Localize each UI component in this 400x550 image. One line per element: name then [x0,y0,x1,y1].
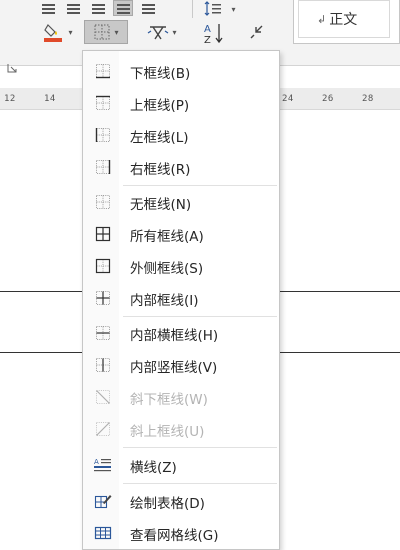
menu-item-label: 无框线(N) [130,197,192,213]
menu-item-label: 绘制表格(D) [130,496,205,512]
menu-item-label: 斜上框线(U) [130,424,205,440]
inside-horizontal-border-icon [94,325,112,341]
menu-item-label: 外侧框线(S) [130,261,204,277]
chevron-down-icon: ▾ [231,4,236,14]
borders-dropdown-menu: 下框线(B) 上框线(P) 左框线(L) 右框线(R) 无框线(N) 所有框线(… [82,50,280,550]
menu-item-label: 所有框线(A) [130,229,204,245]
show-hide-marks-button[interactable] [245,20,271,46]
menu-item-all-borders[interactable]: 所有框线(A) [84,218,279,250]
distributed-button[interactable] [138,0,158,16]
menu-item-diagonal-up-border: 斜上框线(U) [84,413,279,445]
dialog-launcher-icon [7,64,17,73]
paragraph-dialog-launcher[interactable] [6,62,18,74]
no-border-icon [94,194,112,210]
menu-item-top-border[interactable]: 上框线(P) [84,87,279,119]
menu-item-left-border[interactable]: 左框线(L) [84,119,279,151]
top-border-icon [94,95,112,111]
align-right-button[interactable] [88,0,108,16]
justify-button[interactable] [113,0,133,16]
shading-button[interactable]: ▾ [37,20,79,44]
ribbon-separator [192,0,193,18]
asian-layout-icon [148,26,169,40]
menu-item-no-border[interactable]: 无框线(N) [84,186,279,218]
menu-item-horizontal-line[interactable]: A 横线(Z) [84,449,279,481]
menu-item-label: 内部竖框线(V) [130,360,218,376]
menu-item-label: 上框线(P) [130,98,190,114]
horizontal-line-icon: A [94,457,112,473]
menu-item-inside-vertical-border[interactable]: 内部竖框线(V) [84,349,279,381]
menu-item-draw-table[interactable]: 绘制表格(D) [84,485,279,517]
pilcrow-arrows-icon [250,25,263,39]
align-center-button[interactable] [63,0,83,16]
ruler-tick: 28 [362,94,374,104]
menu-item-label: 查看网格线(G) [130,528,219,544]
menu-item-label: 左框线(L) [130,130,189,146]
menu-item-right-border[interactable]: 右框线(R) [84,151,279,183]
sort-az-icon: A Z [204,24,223,45]
svg-text:A: A [94,458,99,466]
menu-item-outside-borders[interactable]: 外侧框线(S) [84,250,279,282]
ruler-tick: 12 [4,94,16,104]
menu-item-bottom-border[interactable]: 下框线(B) [84,55,279,87]
menu-item-inside-borders[interactable]: 内部框线(I) [84,282,279,314]
line-spacing-button[interactable]: ▾ [199,0,241,18]
diagonal-up-border-icon [94,421,112,437]
chevron-down-icon: ▾ [172,27,177,37]
diagonal-down-border-icon [94,389,112,405]
borders-button[interactable]: ▾ [84,20,128,44]
all-borders-icon [94,226,112,242]
ruler-tick: 14 [44,94,56,104]
border-icon [94,24,110,40]
menu-item-label: 斜下框线(W) [130,392,208,408]
paragraph-mark: ↲ [317,12,327,26]
bottom-border-icon [94,63,112,79]
sort-button[interactable]: A Z [199,20,229,46]
line-spacing-icon [205,1,222,16]
menu-separator [123,483,277,484]
menu-item-diagonal-down-border: 斜下框线(W) [84,381,279,413]
menu-item-label: 内部横框线(H) [130,328,219,344]
align-left-button[interactable] [38,0,58,16]
right-border-icon [94,159,112,175]
asian-layout-button[interactable]: ▾ [140,20,184,44]
view-gridlines-icon [94,525,112,541]
menu-item-label: 右框线(R) [130,162,191,178]
menu-item-inside-horizontal-border[interactable]: 内部横框线(H) [84,317,279,349]
style-normal[interactable]: ↲ 正文 [298,0,390,38]
outside-borders-icon [94,258,112,274]
menu-item-view-gridlines[interactable]: 查看网格线(G) [84,517,279,549]
chevron-down-icon: ▾ [68,27,73,37]
menu-item-label: 下框线(B) [130,66,191,82]
menu-item-label: 横线(Z) [130,460,177,476]
paint-bucket-icon [44,24,63,42]
ruler-tick: 24 [282,94,294,104]
menu-item-label: 内部框线(I) [130,293,199,309]
menu-separator [123,447,277,448]
draw-table-icon [94,493,112,509]
svg-text:A: A [204,24,211,35]
inside-vertical-border-icon [94,357,112,373]
svg-text:Z: Z [204,35,211,45]
ruler-tick: 26 [322,94,334,104]
chevron-down-icon: ▾ [114,27,119,37]
left-border-icon [94,127,112,143]
inside-borders-icon [94,290,112,306]
style-normal-label: 正文 [329,12,358,28]
